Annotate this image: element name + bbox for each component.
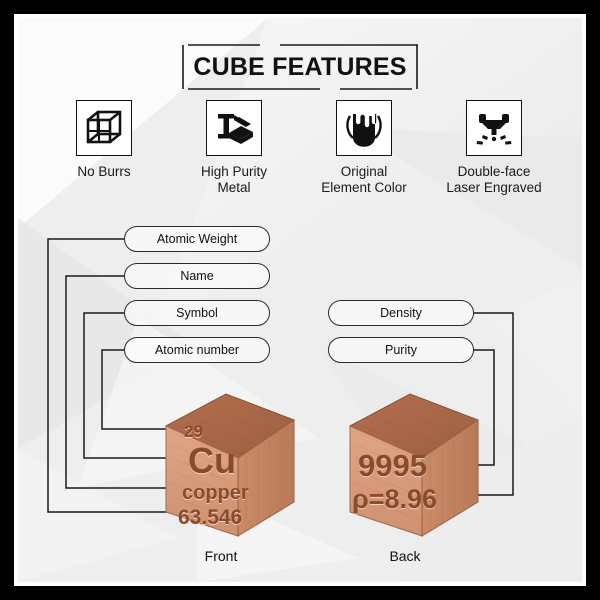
product-infographic: CUBE FEATURES No Burrs High Purity Metal… [0, 0, 600, 600]
engraving-density: ρ=8.96 [352, 484, 438, 514]
callout-label: Atomic number [154, 343, 240, 357]
feature-label: High Purity Metal [200, 164, 268, 196]
feature-label: Original Element Color [321, 164, 407, 196]
page-title: CUBE FEATURES [193, 52, 407, 81]
molten-metal-pour-icon [346, 114, 382, 147]
cube-front: 29 Cu copper 63.546 Front [146, 386, 296, 564]
content-stage: CUBE FEATURES No Burrs High Purity Metal… [18, 18, 582, 582]
feature-high-purity-metal: High Purity Metal [164, 100, 304, 197]
cube-back-caption: Back [389, 548, 421, 564]
callout-label: Atomic Weight [156, 232, 238, 246]
laser-engraving-icon [476, 114, 512, 145]
feature-original-element-color: Original Element Color [294, 100, 434, 197]
callout-label: Density [380, 306, 422, 320]
feature-no-burrs: No Burrs [34, 100, 174, 180]
feature-icon-box [336, 100, 392, 156]
callout-label: Name [180, 269, 214, 283]
feature-icon-box [206, 100, 262, 156]
engraving-name: copper [182, 482, 249, 504]
callout-atomic-weight[interactable]: Atomic Weight [124, 226, 270, 252]
feature-icon-box [76, 100, 132, 156]
wireframe-cube-icon [86, 110, 122, 144]
feature-icon-box [466, 100, 522, 156]
feature-double-face-laser-engraved: Double-face Laser Engraved [424, 100, 564, 197]
callout-symbol[interactable]: Symbol [124, 300, 270, 326]
callout-name[interactable]: Name [124, 263, 270, 289]
feature-label: No Burrs [77, 164, 131, 179]
engraving-atomic-number: 29 [184, 422, 203, 441]
cube-back: 9995 ρ=8.96 Back [330, 386, 480, 564]
callout-density[interactable]: Density [328, 300, 474, 326]
callout-atomic-number[interactable]: Atomic number [124, 337, 270, 363]
features-row: No Burrs High Purity Metal Original Elem… [18, 100, 582, 212]
callout-label: Symbol [176, 306, 218, 320]
cube-front-caption: Front [204, 548, 238, 564]
engraving-purity: 9995 [358, 448, 427, 483]
engraving-symbol: Cu [188, 440, 236, 481]
title-banner: CUBE FEATURES [182, 44, 418, 90]
i-beam-steel-icon [218, 114, 253, 144]
engraving-atomic-weight: 63.546 [178, 506, 243, 529]
callout-label: Purity [385, 343, 417, 357]
callout-purity[interactable]: Purity [328, 337, 474, 363]
feature-label: Double-face Laser Engraved [446, 164, 542, 196]
